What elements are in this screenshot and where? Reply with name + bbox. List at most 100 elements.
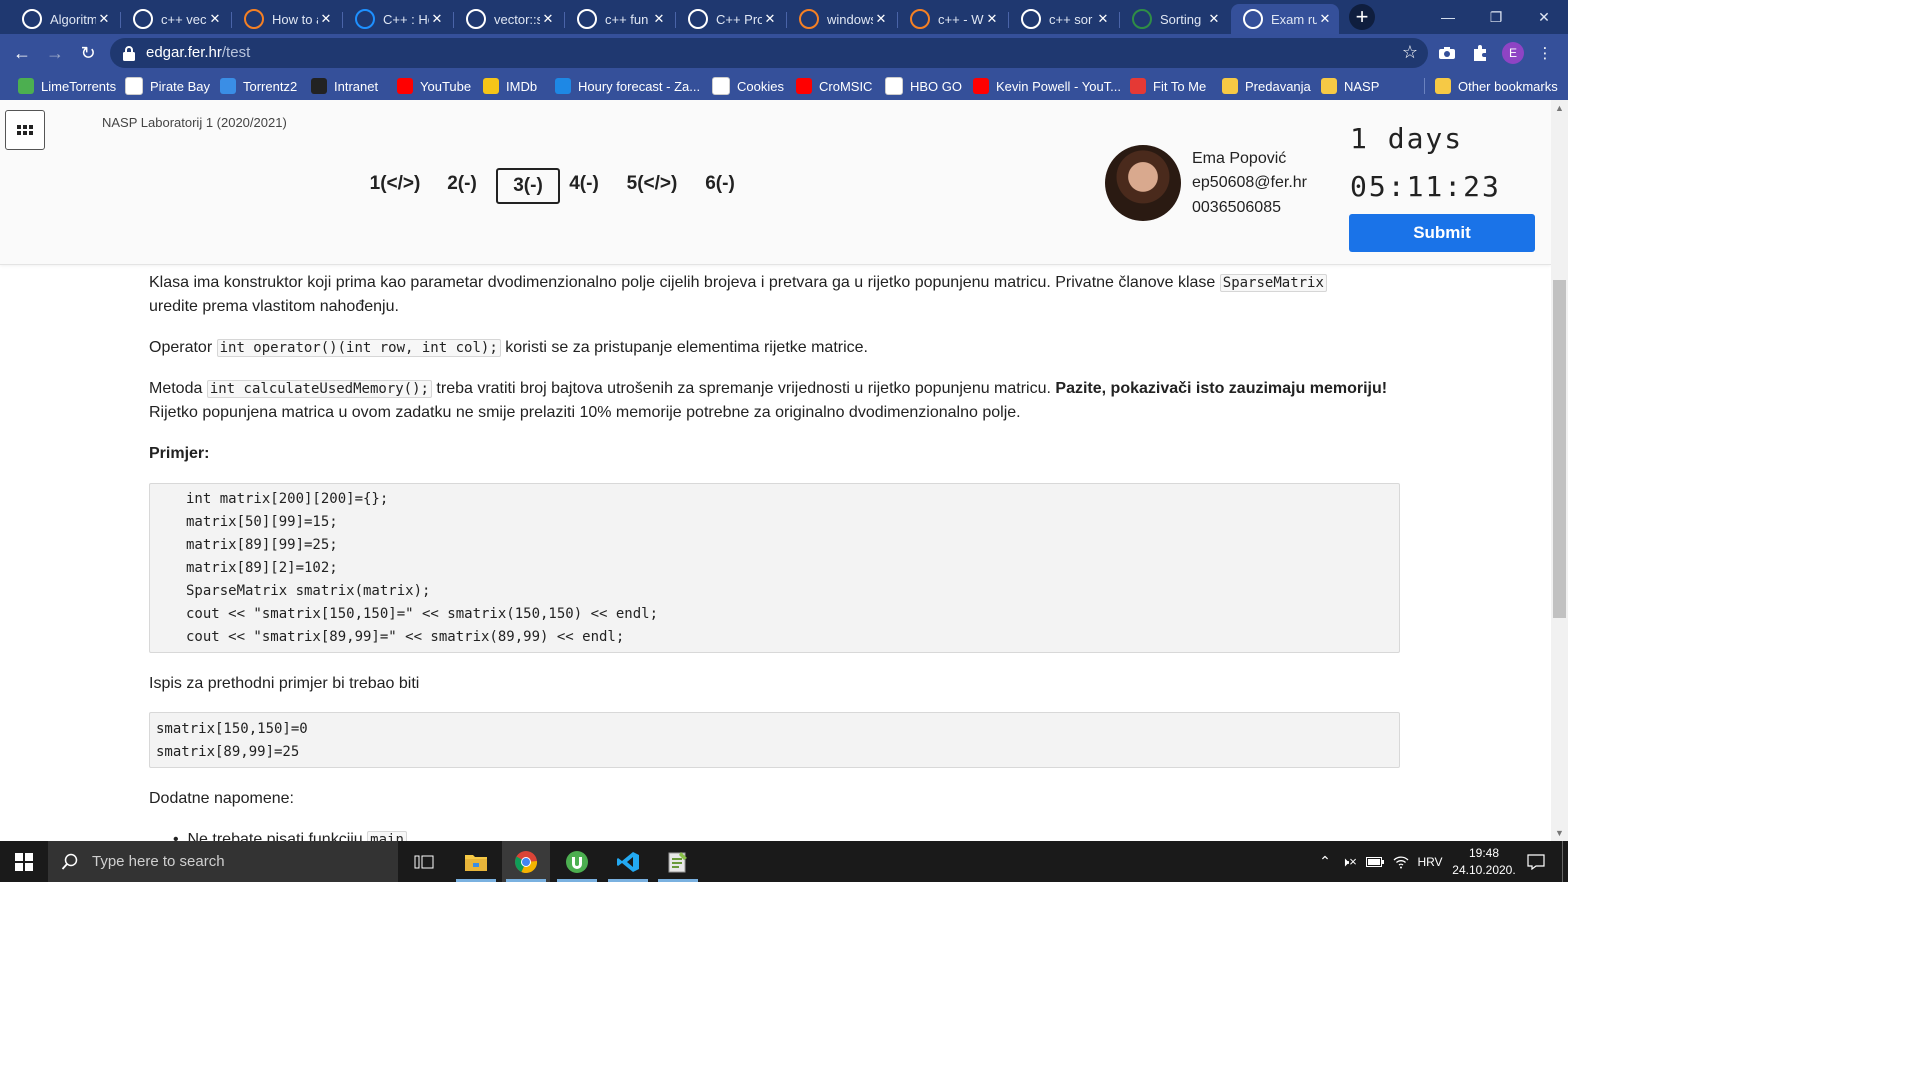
utorrent-icon[interactable] — [553, 841, 601, 882]
chrome-menu-icon[interactable]: ⋮ — [1534, 42, 1556, 64]
bookmark-label: NASP — [1344, 78, 1380, 94]
notepad-plus-icon[interactable] — [654, 841, 702, 882]
browser-tab[interactable]: C++ : Ho✕ — [343, 4, 451, 34]
close-window-button[interactable]: ✕ — [1520, 0, 1568, 34]
bookmark-item[interactable]: LimeTorrents — [18, 77, 116, 95]
bookmark-item[interactable]: CroMSIC — [796, 77, 872, 95]
language-indicator[interactable]: HRV — [1413, 841, 1447, 882]
minimize-button[interactable]: — — [1424, 0, 1472, 34]
file-explorer-icon[interactable] — [452, 841, 500, 882]
browser-tab[interactable]: C++ Pro ✕ — [676, 4, 784, 34]
show-hidden-icons-chevron-icon[interactable]: ⌃ — [1314, 841, 1336, 882]
back-button[interactable]: ← — [10, 41, 34, 65]
user-name: Ema Popović — [1192, 150, 1287, 167]
tab-title: C++ : Ho — [383, 11, 429, 27]
browser-tab[interactable]: How to a✕ — [232, 4, 340, 34]
question-tab-2[interactable]: 2(-) — [442, 168, 482, 200]
browser-tab[interactable]: c++ fun ✕ — [565, 4, 673, 34]
close-tab-icon[interactable]: ✕ — [540, 11, 556, 27]
bookmark-item[interactable]: Kevin Powell - YouT... — [973, 77, 1121, 95]
course-title: NASP Laboratorij 1 (2020/2021) — [102, 115, 287, 130]
bookmark-item[interactable]: NASP — [1321, 77, 1379, 95]
close-tab-icon[interactable]: ✕ — [96, 11, 112, 27]
windows-start-button[interactable] — [0, 841, 48, 882]
browser-tab[interactable]: c++ vec ✕ — [121, 4, 229, 34]
example-code-block: int matrix[200][200]={}; matrix[50][99]=1… — [149, 483, 1400, 653]
notifications-icon[interactable] — [1522, 841, 1550, 882]
bookmark-item[interactable]: Torrentz2 — [220, 77, 297, 95]
close-tab-icon[interactable]: ✕ — [318, 11, 334, 27]
address-bar[interactable]: edgar.fer.hr/test ☆ — [110, 38, 1428, 68]
code-line: SparseMatrix smatrix(matrix); — [186, 583, 431, 599]
submit-button[interactable]: Submit — [1349, 214, 1535, 252]
new-tab-button[interactable]: + — [1349, 4, 1375, 30]
bookmark-label: Fit To Me — [1153, 78, 1207, 94]
app-menu-grid-button[interactable] — [5, 110, 45, 150]
close-tab-icon[interactable]: ✕ — [207, 11, 223, 27]
browser-tab[interactable]: vector::s ✕ — [454, 4, 562, 34]
close-tab-icon[interactable]: ✕ — [762, 11, 778, 27]
ref-icon — [688, 9, 708, 29]
bookmark-item[interactable]: Cookies — [712, 77, 784, 95]
taskbar-search[interactable]: Type here to search — [48, 841, 398, 882]
reload-button[interactable]: ↻ — [76, 41, 100, 65]
show-desktop-button[interactable] — [1562, 841, 1567, 882]
browser-tab[interactable]: Exam ru ✕ — [1231, 4, 1339, 34]
bookmark-item[interactable]: IMDb — [483, 77, 537, 95]
bookmark-item[interactable]: Fit To Me — [1130, 77, 1206, 95]
close-tab-icon[interactable]: ✕ — [1317, 11, 1333, 27]
clock[interactable]: 19:48 24.10.2020. — [1450, 841, 1518, 882]
folder-icon — [1435, 78, 1451, 94]
browser-tab[interactable]: c++ sor ✕ — [1009, 4, 1117, 34]
battery-icon[interactable] — [1364, 841, 1386, 882]
close-tab-icon[interactable]: ✕ — [873, 11, 889, 27]
question-tab-6[interactable]: 6(-) — [700, 168, 740, 200]
volume-muted-icon[interactable]: 🕨× — [1338, 841, 1360, 882]
forward-button[interactable]: → — [43, 41, 67, 65]
vscode-icon[interactable] — [604, 841, 652, 882]
question-tab-1[interactable]: 1(</>) — [370, 168, 421, 200]
bookmark-item[interactable]: YouTube — [397, 77, 471, 95]
profile-avatar[interactable]: E — [1502, 42, 1524, 64]
wifi-icon[interactable] — [1390, 841, 1412, 882]
bookmark-item[interactable]: Intranet — [311, 77, 378, 95]
bookmark-item[interactable]: Houry forecast - Za... — [555, 77, 700, 95]
close-tab-icon[interactable]: ✕ — [429, 11, 445, 27]
close-tab-icon[interactable]: ✕ — [1206, 11, 1222, 27]
browser-tab[interactable]: c++ - W ✕ — [898, 4, 1006, 34]
lock-icon[interactable] — [122, 45, 136, 61]
torrentz-icon — [220, 78, 236, 94]
scrollbar-thumb[interactable] — [1553, 280, 1566, 618]
text: Ne trebate pisati funkciju — [187, 831, 368, 841]
bookmark-item[interactable]: Pirate Bay — [125, 77, 210, 95]
close-tab-icon[interactable]: ✕ — [984, 11, 1000, 27]
question-tab-3[interactable]: 3(-) — [496, 168, 560, 204]
bookmark-label: Pirate Bay — [150, 78, 210, 94]
scroll-up-arrow-icon[interactable]: ▲ — [1551, 100, 1568, 116]
search-placeholder: Type here to search — [92, 853, 225, 870]
camera-extension-icon[interactable] — [1436, 42, 1458, 64]
browser-tab[interactable]: Sorting ✕ — [1120, 4, 1228, 34]
task-view-icon[interactable] — [400, 841, 448, 882]
question-tab-4[interactable]: 4(-) — [566, 168, 602, 200]
page-scrollbar[interactable]: ▲ ▼ — [1551, 100, 1568, 841]
chrome-taskbar-icon[interactable] — [502, 841, 550, 882]
question-tab-5[interactable]: 5(</>) — [626, 168, 678, 200]
bookmarks-bar: LimeTorrents Pirate Bay Torrentz2 Intranet Y… — [0, 72, 1568, 100]
bookmark-item[interactable]: Predavanja — [1222, 77, 1311, 95]
other-bookmarks[interactable]: Other bookmarks — [1435, 77, 1558, 95]
close-tab-icon[interactable]: ✕ — [1095, 11, 1111, 27]
close-tab-icon[interactable]: ✕ — [651, 11, 667, 27]
browser-tab[interactable]: windows ✕ — [787, 4, 895, 34]
scroll-down-arrow-icon[interactable]: ▼ — [1551, 825, 1568, 841]
bookmark-label: IMDb — [506, 78, 538, 94]
bookmark-star-icon[interactable]: ☆ — [1402, 42, 1418, 63]
restore-button[interactable]: ❐ — [1472, 0, 1520, 34]
bookmark-label: Intranet — [334, 78, 379, 94]
code-line: int matrix[200][200]={}; — [186, 491, 389, 507]
bookmark-label: YouTube — [420, 78, 472, 94]
extensions-puzzle-icon[interactable] — [1469, 42, 1491, 64]
geeks-icon — [1132, 9, 1152, 29]
browser-tab[interactable]: Algoritm ✕ — [10, 4, 118, 34]
bookmark-item[interactable]: HBO GO — [885, 77, 962, 95]
